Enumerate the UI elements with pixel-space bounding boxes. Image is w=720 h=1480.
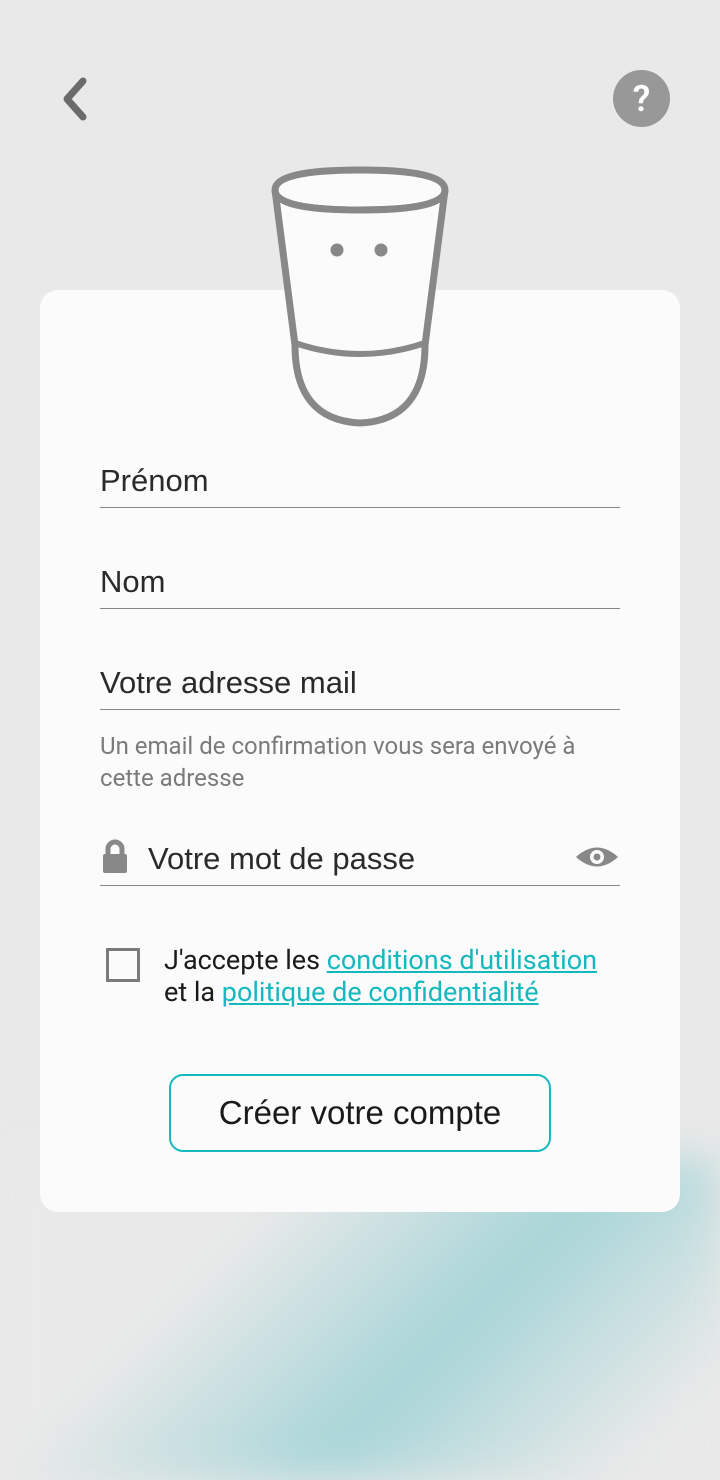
email-helper-text: Un email de confirmation vous sera envoy…	[100, 730, 620, 795]
consent-mid: et la	[164, 976, 222, 1008]
password-field[interactable]	[148, 833, 556, 885]
create-account-button[interactable]: Créer votre compte	[169, 1074, 551, 1152]
first-name-field[interactable]	[100, 455, 620, 508]
accept-terms-checkbox[interactable]	[106, 948, 140, 982]
privacy-link[interactable]: politique de confidentialité	[222, 976, 539, 1008]
consent-row: J'accepte les conditions d'utilisation e…	[100, 944, 620, 1009]
first-name-group	[100, 455, 620, 508]
email-field[interactable]	[100, 657, 620, 710]
terms-link[interactable]: conditions d'utilisation	[327, 944, 597, 976]
eye-icon	[574, 842, 620, 872]
password-group	[100, 833, 620, 886]
lock-icon	[100, 839, 130, 879]
toggle-password-visibility[interactable]	[574, 842, 620, 876]
back-button[interactable]	[50, 74, 100, 124]
help-button[interactable]: ?	[613, 70, 670, 127]
help-icon: ?	[633, 78, 651, 120]
consent-prefix: J'accepte les	[164, 944, 327, 976]
last-name-field[interactable]	[100, 556, 620, 609]
chevron-left-icon	[61, 77, 89, 121]
last-name-group	[100, 556, 620, 609]
device-illustration	[255, 165, 465, 434]
email-group	[100, 657, 620, 710]
consent-text: J'accepte les conditions d'utilisation e…	[164, 944, 620, 1009]
header: ?	[0, 70, 720, 127]
